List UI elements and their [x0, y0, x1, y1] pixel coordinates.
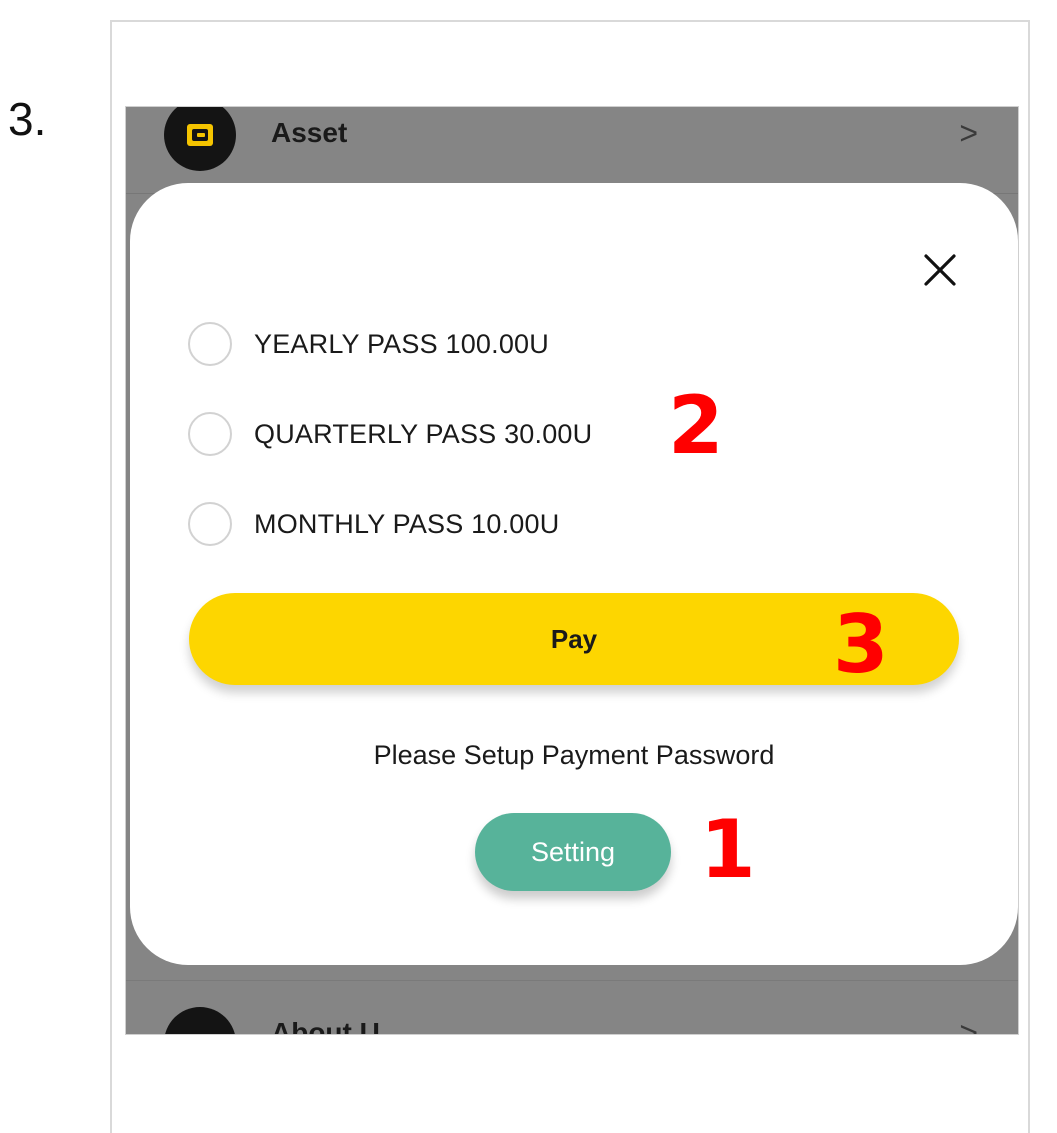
option-monthly-pass[interactable]: MONTHLY PASS 10.00U: [188, 499, 559, 549]
asset-label: Asset: [271, 117, 348, 148]
payment-modal: YEARLY PASS 100.00U QUARTERLY PASS 30.00…: [130, 183, 1018, 965]
option-label: QUARTERLY PASS 30.00U: [254, 418, 593, 449]
radio-button[interactable]: [188, 412, 232, 456]
option-label: YEARLY PASS 100.00U: [254, 328, 549, 359]
setting-button[interactable]: Setting: [475, 813, 671, 891]
annotation-step-3: 3: [833, 598, 889, 691]
list-item-about[interactable]: About U >: [126, 987, 1018, 1035]
option-yearly-pass[interactable]: YEARLY PASS 100.00U: [188, 319, 549, 369]
annotation-step-1: 1: [700, 803, 756, 896]
wallet-icon: [164, 107, 236, 171]
divider: [126, 980, 1018, 981]
annotation-step-2: 2: [668, 379, 724, 472]
option-quarterly-pass[interactable]: QUARTERLY PASS 30.00U: [188, 409, 592, 459]
setup-password-prompt: Please Setup Payment Password: [373, 740, 775, 770]
list-item-asset[interactable]: Asset >: [126, 107, 1018, 195]
chevron-right-icon: >: [959, 115, 978, 151]
phone-screen: Asset > About U > YEARLY PASS 100.00U QU…: [125, 106, 1019, 1035]
radio-button[interactable]: [188, 502, 232, 546]
info-icon: [164, 1007, 236, 1034]
step-number: 3.: [8, 93, 47, 145]
setting-button-label: Setting: [530, 836, 616, 867]
about-label: About U: [271, 1017, 380, 1035]
option-label: MONTHLY PASS 10.00U: [254, 508, 560, 539]
close-icon[interactable]: [923, 253, 957, 287]
radio-button[interactable]: [188, 322, 232, 366]
chevron-right-icon: >: [959, 1015, 978, 1035]
pay-button-label: Pay: [550, 623, 598, 654]
